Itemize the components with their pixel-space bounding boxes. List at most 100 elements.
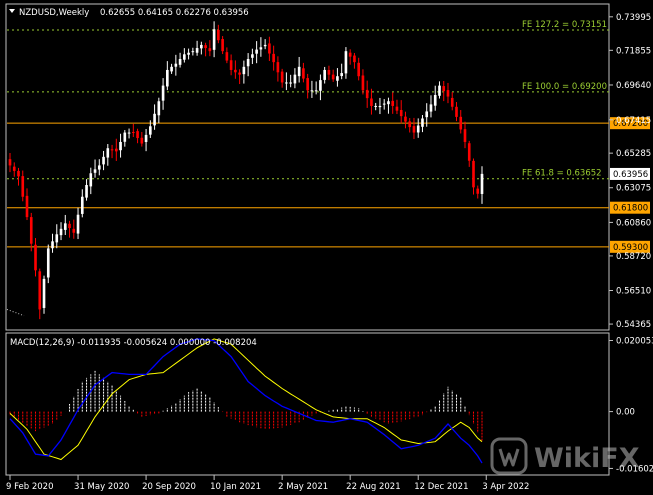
- candle-body: [455, 106, 458, 117]
- candle-body: [178, 59, 182, 65]
- candle-body: [433, 95, 437, 106]
- price-tick-label: 0.58720: [616, 252, 651, 262]
- candle-body: [280, 71, 284, 83]
- candle-body: [412, 126, 416, 133]
- level-price-label: 0.61800: [613, 204, 648, 214]
- candle-body: [263, 44, 267, 47]
- candle-body: [221, 39, 224, 52]
- price-tick-label: 0.63075: [616, 184, 651, 194]
- candle-body: [131, 131, 135, 133]
- price-tick-label: 0.54365: [616, 320, 651, 330]
- candle-body: [293, 74, 297, 84]
- candle-body: [55, 234, 59, 243]
- candle-body: [42, 278, 46, 308]
- price-tick-label: 0.73995: [616, 13, 651, 23]
- price-tick-label: 0.69640: [616, 81, 651, 91]
- candle-body: [76, 214, 80, 234]
- time-tick-label: 9 Feb 2020: [6, 482, 54, 492]
- candle-body: [306, 78, 309, 91]
- candle-body: [331, 74, 335, 80]
- candle-body: [195, 48, 199, 53]
- chart-canvas[interactable]: 0.672000.618000.59300FE 127.2 = 0.73151F…: [0, 0, 653, 495]
- candle-body: [395, 106, 399, 111]
- watermark-text: WikiFX: [534, 443, 640, 474]
- candle-body: [467, 143, 471, 161]
- candle-body: [370, 98, 373, 106]
- macd-header: MACD(12,26,9) -0.011935 -0.005624 0.0000…: [10, 338, 257, 348]
- candle-body: [144, 134, 148, 142]
- candle-body: [191, 51, 195, 53]
- candle-body: [450, 97, 454, 107]
- candle-body: [114, 148, 118, 152]
- price-tick-label: 0.65285: [616, 149, 651, 159]
- wikifx-watermark: WikiFX: [490, 437, 640, 475]
- time-tick-label: 22 Aug 2021: [346, 482, 400, 492]
- candle-body: [251, 54, 254, 58]
- candle-body: [272, 53, 275, 63]
- candle-body: [17, 170, 20, 177]
- candle-body: [80, 196, 84, 214]
- candle-body: [425, 111, 429, 118]
- candle-body: [378, 105, 382, 108]
- candle-body: [361, 75, 365, 91]
- candle-body: [438, 85, 441, 96]
- candle-body: [97, 165, 101, 170]
- candle-body: [170, 66, 173, 72]
- symbol-title: NZDUSD,Weekly: [19, 8, 89, 18]
- candle-body: [336, 76, 339, 81]
- time-tick-label: 20 Sep 2020: [142, 482, 196, 492]
- candle-body: [297, 66, 301, 77]
- candle-body: [344, 51, 348, 74]
- candle-body: [421, 118, 424, 127]
- time-tick-label: 31 May 2020: [74, 482, 129, 492]
- candle-body: [51, 241, 54, 249]
- candle-body: [238, 72, 241, 75]
- candle-body: [323, 69, 326, 80]
- candle-body: [217, 29, 220, 41]
- candle-body: [255, 49, 258, 54]
- wikifx-logo-icon: [490, 437, 528, 475]
- candle-body: [106, 148, 110, 158]
- ohlc-values: 0.62655 0.64165 0.62276 0.63956: [100, 8, 249, 18]
- candle-body: [63, 223, 67, 230]
- candle-body: [25, 195, 29, 218]
- time-tick-label: 2 May 2021: [278, 482, 328, 492]
- candle-body: [319, 80, 322, 91]
- candle-body: [340, 73, 343, 77]
- time-tick-label: 10 Jan 2021: [210, 482, 261, 492]
- candle-body: [459, 116, 463, 130]
- candle-body: [204, 45, 207, 49]
- fib-level-label: FE 61.8 = 0.63652: [522, 169, 602, 179]
- fib-level-label: FE 100.0 = 0.69200: [522, 82, 607, 92]
- candle-body: [46, 248, 50, 278]
- candle-body: [327, 70, 331, 75]
- candle-body: [38, 271, 42, 310]
- candle-body: [353, 55, 356, 63]
- candle-body: [416, 125, 420, 133]
- candle-body: [310, 90, 314, 92]
- candle-body: [59, 228, 63, 236]
- candle-body: [387, 101, 390, 105]
- candle-body: [93, 169, 97, 173]
- candle-body: [429, 104, 433, 112]
- candle-body: [268, 43, 271, 54]
- price-tick-label: 0.56510: [616, 286, 651, 296]
- macd-tick-label: 0.020053: [616, 336, 653, 346]
- candle-body: [314, 90, 318, 92]
- candle-body: [34, 244, 37, 271]
- candle-body: [136, 131, 139, 139]
- candle-body: [446, 90, 450, 97]
- candle-body: [89, 173, 93, 187]
- candle-body: [157, 101, 161, 116]
- price-tick-label: 0.67415: [616, 116, 651, 126]
- candle-body: [85, 185, 88, 198]
- candle-body: [391, 100, 395, 106]
- candle-body: [123, 132, 127, 142]
- candle-body: [200, 44, 203, 49]
- time-tick-label: 12 Dec 2021: [414, 482, 468, 492]
- price-tick-label: 0.71855: [616, 46, 651, 56]
- current-price-label: 0.63956: [613, 170, 648, 180]
- chart-background: [0, 0, 653, 495]
- candle-body: [365, 89, 369, 99]
- candle-body: [357, 62, 361, 77]
